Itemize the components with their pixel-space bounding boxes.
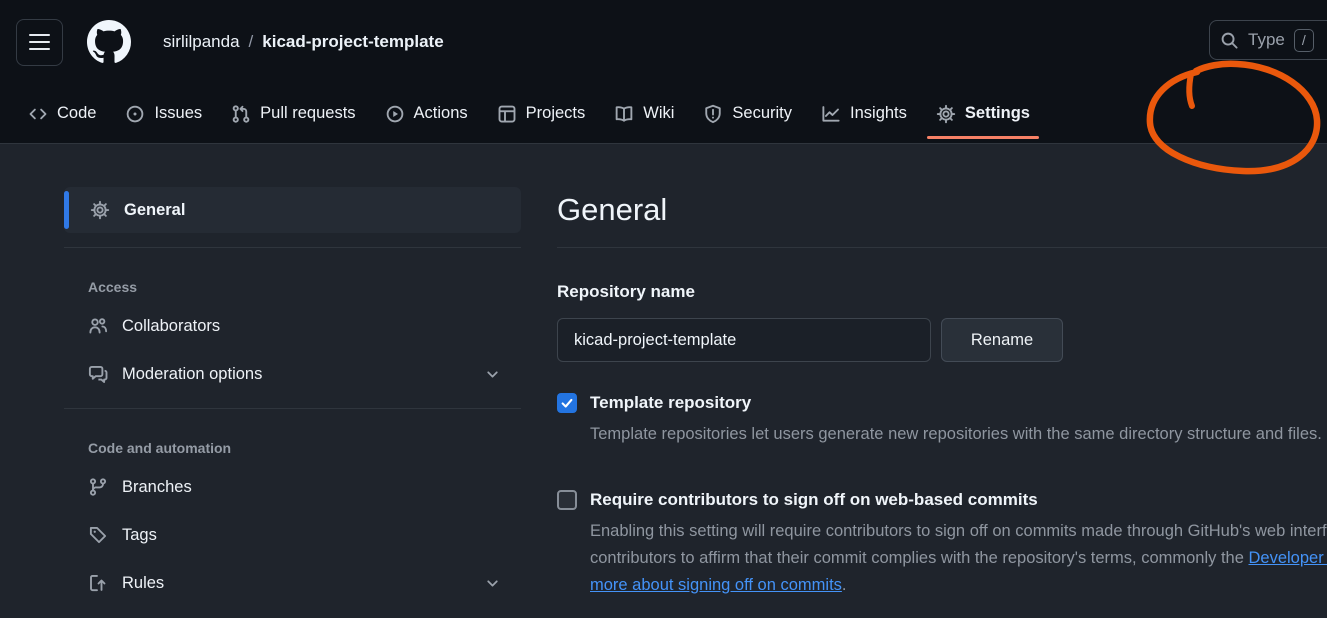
template-repository-checkbox[interactable] — [557, 393, 577, 413]
sidebar-item-label: Moderation options — [122, 365, 262, 384]
signoff-setting: Require contributors to sign off on web-… — [557, 490, 1327, 599]
sidebar-divider — [64, 247, 521, 248]
gear-icon — [936, 104, 956, 124]
tab-pull-requests[interactable]: Pull requests — [231, 84, 355, 143]
app-header: sirlilpanda / kicad-project-template Typ… — [0, 0, 1327, 84]
gear-icon — [90, 200, 110, 220]
sidebar-item-collaborators[interactable]: Collaborators — [64, 302, 521, 350]
comment-discussion-icon — [88, 364, 108, 384]
repository-name-label: Repository name — [557, 282, 1327, 302]
rules-icon — [88, 573, 108, 593]
template-repository-description: Template repositories let users generate… — [590, 421, 1327, 448]
people-icon — [88, 316, 108, 336]
tab-insights[interactable]: Insights — [821, 84, 907, 143]
signoff-learn-more-link[interactable]: more about signing off on commits — [590, 576, 842, 594]
hamburger-icon — [29, 34, 50, 36]
search-placeholder: Type — [1248, 30, 1285, 50]
signoff-description-line2: contributors to affirm that their commit… — [590, 545, 1327, 572]
code-icon — [28, 104, 48, 124]
tab-label: Actions — [414, 104, 468, 123]
breadcrumb-repo-link[interactable]: kicad-project-template — [262, 32, 443, 52]
graph-icon — [821, 104, 841, 124]
sidebar-item-branches[interactable]: Branches — [64, 463, 521, 511]
search-icon — [1220, 31, 1239, 50]
github-logo-icon[interactable] — [87, 20, 131, 64]
sidebar-item-rules[interactable]: Rules — [64, 559, 521, 607]
tag-icon — [88, 525, 108, 545]
template-repository-label[interactable]: Template repository — [590, 393, 751, 413]
repository-name-input[interactable] — [557, 318, 931, 362]
sidebar-item-label: Rules — [122, 574, 164, 593]
sidebar-item-label: Tags — [122, 526, 157, 545]
rename-button[interactable]: Rename — [941, 318, 1063, 362]
breadcrumb-separator: / — [249, 32, 254, 52]
git-branch-icon — [88, 477, 108, 497]
signoff-description-line1: Enabling this setting will require contr… — [590, 518, 1327, 545]
sidebar-item-tags[interactable]: Tags — [64, 511, 521, 559]
breadcrumb-owner-link[interactable]: sirlilpanda — [163, 32, 240, 52]
tab-settings[interactable]: Settings — [936, 84, 1030, 143]
settings-general-panel: General Repository name Rename Template … — [557, 144, 1327, 599]
tab-projects[interactable]: Projects — [497, 84, 586, 143]
sidebar-item-general[interactable]: General — [64, 187, 521, 233]
dco-link[interactable]: Developer Certificate of Origin (DCO). L… — [1249, 549, 1327, 567]
template-repository-setting: Template repository Template repositorie… — [557, 393, 1327, 448]
sidebar-item-moderation-options[interactable]: Moderation options — [64, 350, 521, 398]
section-divider — [557, 247, 1327, 248]
tab-label: Insights — [850, 104, 907, 123]
tab-label: Code — [57, 104, 96, 123]
sidebar-item-label: Collaborators — [122, 317, 220, 336]
tab-code[interactable]: Code — [28, 84, 96, 143]
page-title: General — [557, 186, 1327, 234]
tab-actions[interactable]: Actions — [385, 84, 468, 143]
issue-opened-icon — [125, 104, 145, 124]
search-input[interactable]: Type / — [1209, 20, 1327, 60]
signoff-checkbox[interactable] — [557, 490, 577, 510]
signoff-label[interactable]: Require contributors to sign off on web-… — [590, 490, 1038, 510]
chevron-down-icon — [484, 366, 501, 383]
tab-label: Pull requests — [260, 104, 355, 123]
tab-wiki[interactable]: Wiki — [614, 84, 674, 143]
tab-issues[interactable]: Issues — [125, 84, 202, 143]
git-pull-request-icon — [231, 104, 251, 124]
shield-icon — [703, 104, 723, 124]
settings-sidebar: General Access Collaborators Moderation … — [64, 144, 521, 607]
repo-nav-tabs: Code Issues Pull requests Actions Projec… — [0, 84, 1327, 144]
sidebar-divider — [64, 408, 521, 409]
sidebar-item-label: Branches — [122, 478, 192, 497]
sidebar-section-code-automation: Code and automation — [64, 440, 521, 456]
chevron-down-icon — [484, 575, 501, 592]
hamburger-menu-button[interactable] — [16, 19, 63, 66]
sidebar-item-label: General — [124, 201, 185, 220]
tab-label: Security — [732, 104, 792, 123]
table-icon — [497, 104, 517, 124]
tab-label: Projects — [526, 104, 586, 123]
tab-label: Settings — [965, 104, 1030, 123]
tab-security[interactable]: Security — [703, 84, 792, 143]
slash-key-hint: / — [1294, 29, 1314, 52]
signoff-description-line3: more about signing off on commits. — [590, 572, 1327, 599]
book-icon — [614, 104, 634, 124]
tab-label: Issues — [154, 104, 202, 123]
tab-label: Wiki — [643, 104, 674, 123]
sidebar-section-access: Access — [64, 279, 521, 295]
breadcrumb: sirlilpanda / kicad-project-template — [163, 32, 444, 52]
play-icon — [385, 104, 405, 124]
